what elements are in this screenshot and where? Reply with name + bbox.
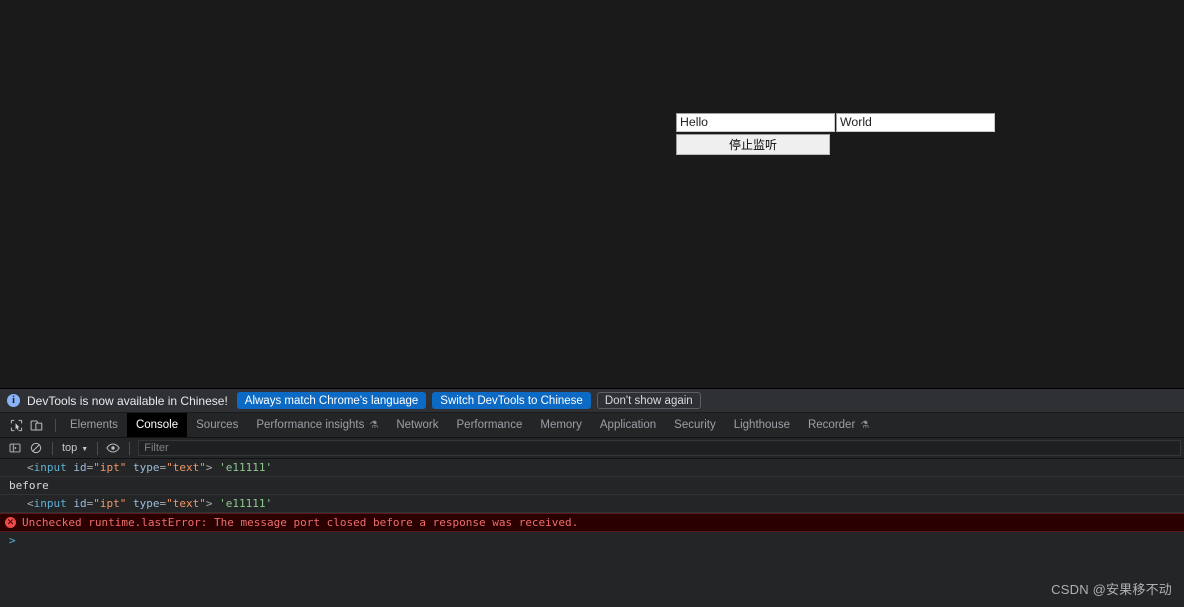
always-match-chrome-language-button[interactable]: Always match Chrome's language	[236, 392, 427, 409]
console-log-area[interactable]: < input id = "ipt" type = "text" > 'e11111' be…	[0, 459, 1184, 550]
error-message-text: Unchecked runtime.lastError: The message…	[22, 516, 579, 529]
devtools-language-infobar: i DevTools is now available in Chinese! …	[0, 389, 1184, 413]
tab-elements[interactable]: Elements	[61, 413, 127, 437]
page-viewport: 停止监听	[0, 0, 1184, 388]
tab-security[interactable]: Security	[665, 413, 725, 437]
token: input	[33, 497, 67, 510]
tab-label: Lighthouse	[733, 419, 790, 431]
live-expression-eye-icon[interactable]	[103, 440, 122, 457]
input-row	[676, 113, 995, 132]
experiment-beaker-icon: ⚗	[369, 419, 379, 431]
console-row-html-2[interactable]: < input id = "ipt" type = "text" > 'e11111'	[0, 495, 1184, 513]
token: "ipt"	[93, 461, 127, 474]
console-message-text: before	[9, 479, 49, 492]
tab-label: Performance	[456, 419, 523, 431]
console-prompt[interactable]: >	[0, 532, 1184, 550]
tab-network[interactable]: Network	[387, 413, 447, 437]
tab-label: Performance insights	[256, 419, 365, 431]
csdn-watermark: CSDN @安果移不动	[1051, 582, 1172, 597]
inspect-element-icon[interactable]	[6, 415, 26, 435]
tab-sources[interactable]: Sources	[187, 413, 247, 437]
switch-devtools-to-chinese-button[interactable]: Switch DevTools to Chinese	[432, 392, 591, 409]
token: type	[133, 461, 160, 474]
tab-memory[interactable]: Memory	[531, 413, 591, 437]
tab-performance[interactable]: Performance	[448, 413, 532, 437]
token: 'e11111'	[219, 461, 273, 474]
token: <	[27, 461, 34, 474]
console-row-plain-before[interactable]: before	[0, 477, 1184, 495]
listener-demo-form: 停止监听	[676, 113, 995, 155]
tab-performance-insights[interactable]: Performance insights ⚗	[247, 413, 387, 437]
info-icon: i	[7, 394, 20, 407]
devtools-tool-icons	[0, 413, 50, 437]
tab-label: Recorder	[807, 419, 856, 431]
console-filter-input[interactable]	[138, 440, 1181, 456]
console-sidebar-icon[interactable]	[5, 440, 24, 457]
world-text-input[interactable]	[836, 113, 995, 132]
token: <	[27, 497, 34, 510]
device-toolbar-icon[interactable]	[26, 415, 46, 435]
console-toolbar-divider-2	[97, 441, 99, 455]
token: =	[86, 461, 94, 474]
token: type	[133, 497, 160, 510]
tab-recorder[interactable]: Recorder ⚗	[799, 413, 878, 437]
token: =	[159, 461, 167, 474]
token: =	[159, 497, 167, 510]
clear-console-icon[interactable]	[26, 440, 45, 457]
console-toolbar-divider-3	[129, 441, 131, 455]
tab-label: Application	[599, 419, 657, 431]
tab-label: Elements	[70, 419, 118, 431]
token: id	[73, 461, 87, 474]
experiment-beaker-icon: ⚗	[860, 419, 870, 431]
tab-label: Sources	[196, 419, 239, 431]
hello-text-input[interactable]	[676, 113, 835, 132]
token: "text"	[166, 497, 206, 510]
tab-label: Console	[135, 419, 179, 431]
tab-application[interactable]: Application	[591, 413, 665, 437]
token: 'e11111'	[219, 497, 273, 510]
console-toolbar-divider	[52, 441, 53, 455]
token: input	[33, 461, 67, 474]
token: >	[205, 497, 213, 510]
prompt-caret-icon: >	[9, 534, 16, 547]
console-row-error[interactable]: ✕ Unchecked runtime.lastError: The messa…	[0, 513, 1184, 532]
token: =	[86, 497, 94, 510]
tab-console[interactable]: Console	[126, 413, 188, 437]
error-icon: ✕	[5, 517, 16, 528]
token: "text"	[166, 461, 206, 474]
chevron-down-icon: ▼	[81, 445, 89, 453]
token: id	[73, 497, 87, 510]
javascript-context-select[interactable]: top ▼	[58, 442, 92, 454]
token: >	[205, 461, 213, 474]
token: "ipt"	[93, 497, 127, 510]
devtools-tabstrip: Elements Console Sources Performance ins…	[0, 413, 1184, 438]
stop-listening-button[interactable]: 停止监听	[676, 134, 830, 155]
infobar-message: DevTools is now available in Chinese!	[27, 393, 228, 408]
toolbar-divider	[55, 418, 56, 432]
tab-label: Memory	[540, 419, 582, 431]
console-toolbar: top ▼	[0, 438, 1184, 459]
context-value: top	[62, 442, 78, 454]
tab-label: Network	[396, 419, 439, 431]
dont-show-again-button[interactable]: Don't show again	[596, 392, 701, 409]
console-row-html-1[interactable]: < input id = "ipt" type = "text" > 'e11111'	[0, 459, 1184, 477]
tab-lighthouse[interactable]: Lighthouse	[725, 413, 799, 437]
devtools-panel: i DevTools is now available in Chinese! …	[0, 388, 1184, 607]
tab-label: Security	[674, 419, 716, 431]
